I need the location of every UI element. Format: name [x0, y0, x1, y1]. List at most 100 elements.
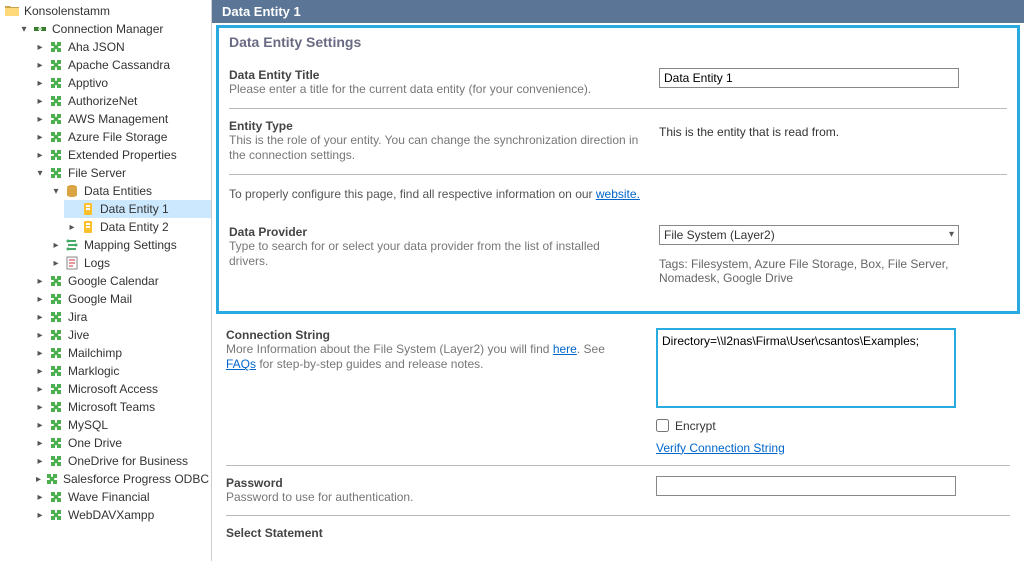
connection-string-input[interactable] [656, 328, 956, 408]
chevron-icon[interactable]: ▸ [34, 132, 46, 143]
chevron-icon[interactable]: ▸ [34, 276, 46, 287]
tree-entity-1[interactable]: ▸Data Entity 1 [64, 200, 211, 218]
tree-label: Mapping Settings [82, 238, 177, 252]
entity-title-input[interactable] [659, 68, 959, 88]
entity-icon [80, 219, 96, 235]
chevron-icon[interactable]: ▸ [50, 240, 62, 251]
puzzle-icon [48, 435, 64, 451]
tree-item-label: Azure File Storage [66, 130, 167, 144]
chevron-icon[interactable]: ▸ [34, 384, 46, 395]
chevron-down-icon[interactable]: ▾ [50, 186, 62, 197]
tree-data-entities[interactable]: ▾Data Entities [48, 182, 211, 200]
chevron-icon[interactable]: ▸ [66, 222, 78, 233]
puzzle-icon [48, 381, 64, 397]
chevron-icon[interactable]: ▸ [34, 456, 46, 467]
puzzle-icon [48, 507, 64, 523]
puzzle-icon [48, 417, 64, 433]
puzzle-icon [48, 363, 64, 379]
tree-item-aws-management[interactable]: ▸ AWS Management [32, 110, 211, 128]
tree-root[interactable]: Konsolenstamm [0, 2, 211, 20]
link-faqs[interactable]: FAQs [226, 357, 256, 371]
chevron-icon[interactable]: ▸ [34, 402, 46, 413]
tree-item-one-drive[interactable]: ▸One Drive [32, 434, 211, 452]
tree-logs[interactable]: ▸ Logs [48, 254, 211, 272]
tree-item-label: AWS Management [66, 112, 168, 126]
chevron-icon[interactable]: ▸ [34, 438, 46, 449]
tree-item-onedrive-for-business[interactable]: ▸OneDrive for Business [32, 452, 211, 470]
tree-item-microsoft-access[interactable]: ▸ Microsoft Access [32, 380, 211, 398]
chevron-icon[interactable]: ▸ [34, 492, 46, 503]
encrypt-checkbox[interactable] [656, 419, 669, 432]
tree-item-google-mail[interactable]: ▸Google Mail [32, 290, 211, 308]
tree-item-authorizenet[interactable]: ▸AuthorizeNet [32, 92, 211, 110]
tree-item-webdavxampp[interactable]: ▸WebDAVXampp [32, 506, 211, 524]
chevron-icon[interactable]: ▸ [34, 474, 43, 485]
connstr-label: Connection String [226, 328, 636, 342]
chevron-icon[interactable]: ▾ [34, 168, 46, 179]
tree-item-marklogic[interactable]: ▸Marklogic [32, 362, 211, 380]
chevron-icon[interactable]: ▸ [34, 96, 46, 107]
tree-item-extended-properties[interactable]: ▸Extended Properties [32, 146, 211, 164]
puzzle-icon [48, 291, 64, 307]
chevron-down-icon: ▾ [949, 229, 954, 240]
tree-label: Logs [82, 256, 110, 270]
chevron-icon[interactable]: ▸ [34, 60, 46, 71]
tree-mapping-settings[interactable]: ▸ Mapping Settings [48, 236, 211, 254]
password-label: Password [226, 476, 636, 490]
tree-item-aha-json[interactable]: ▸Aha JSON [32, 38, 211, 56]
chevron-icon[interactable]: ▸ [34, 114, 46, 125]
tree-conn-mgr-label: Connection Manager [50, 22, 163, 36]
tree-item-jira[interactable]: ▸Jira [32, 308, 211, 326]
chevron-icon[interactable]: ▸ [34, 420, 46, 431]
page-title-bar: Data Entity 1 [212, 0, 1024, 23]
verify-connection-link[interactable]: Verify Connection String [656, 441, 785, 455]
entity-type-label: Entity Type [229, 119, 639, 133]
chevron-icon[interactable]: ▸ [34, 510, 46, 521]
tree-item-apache-cassandra[interactable]: ▸ Apache Cassandra [32, 56, 211, 74]
tree-item-mysql[interactable]: ▸MySQL [32, 416, 211, 434]
puzzle-icon [48, 273, 64, 289]
chevron-icon[interactable]: ▸ [34, 366, 46, 377]
tree-item-microsoft-teams[interactable]: ▸Microsoft Teams [32, 398, 211, 416]
entity-type-value: This is the entity that is read from. [659, 119, 1007, 139]
encrypt-checkbox-row: Encrypt [656, 419, 1010, 433]
chevron-icon[interactable]: ▸ [34, 150, 46, 161]
password-input[interactable] [656, 476, 956, 496]
chevron-icon[interactable]: ▸ [34, 348, 46, 359]
encrypt-label: Encrypt [675, 419, 716, 433]
tree-item-apptivo[interactable]: ▸Apptivo [32, 74, 211, 92]
chevron-icon[interactable]: ▸ [34, 330, 46, 341]
tree-item-label: Jive [66, 328, 89, 342]
highlighted-settings-section: Data Entity Settings Data Entity Title P… [216, 25, 1020, 314]
tree-item-salesforce-progress-odbc[interactable]: ▸Salesforce Progress ODBC [32, 470, 211, 488]
connection-string-section: Connection String More Information about… [212, 316, 1024, 557]
field-entity-title: Data Entity Title Please enter a title f… [229, 62, 1007, 109]
tree-item-jive[interactable]: ▸ Jive [32, 326, 211, 344]
tree-entity-2[interactable]: ▸Data Entity 2 [64, 218, 211, 236]
chevron-down-icon[interactable]: ▾ [18, 24, 30, 35]
chevron-icon[interactable]: ▸ [50, 258, 62, 269]
tree-item-label: Apache Cassandra [66, 58, 170, 72]
chevron-icon[interactable]: ▸ [34, 78, 46, 89]
tree-item-mailchimp[interactable]: ▸Mailchimp [32, 344, 211, 362]
mapping-icon [64, 237, 80, 253]
entity-title-desc: Please enter a title for the current dat… [229, 82, 639, 98]
chevron-icon[interactable]: ▸ [34, 294, 46, 305]
tree-item-google-calendar[interactable]: ▸Google Calendar [32, 272, 211, 290]
chevron-icon[interactable]: ▸ [34, 42, 46, 53]
puzzle-icon [48, 111, 64, 127]
tree-item-wave-financial[interactable]: ▸Wave Financial [32, 488, 211, 506]
tree-connection-manager[interactable]: ▾ Connection Manager [16, 20, 211, 38]
website-link[interactable]: website. [596, 187, 640, 201]
field-entity-type: Entity Type This is the role of your ent… [229, 113, 1007, 175]
chevron-icon[interactable]: ▸ [34, 312, 46, 323]
entity-icon [80, 201, 96, 217]
tree-item-azure-file-storage[interactable]: ▸ Azure File Storage [32, 128, 211, 146]
tree-item-label: Microsoft Access [66, 382, 158, 396]
provider-select[interactable]: File System (Layer2) ▾ [659, 225, 959, 245]
link-here[interactable]: here [553, 342, 577, 356]
puzzle-icon [48, 399, 64, 415]
page-title: Data Entity 1 [222, 4, 301, 19]
tree-item-file-server[interactable]: ▾File Server [32, 164, 211, 182]
provider-selected: File System (Layer2) [664, 228, 775, 242]
